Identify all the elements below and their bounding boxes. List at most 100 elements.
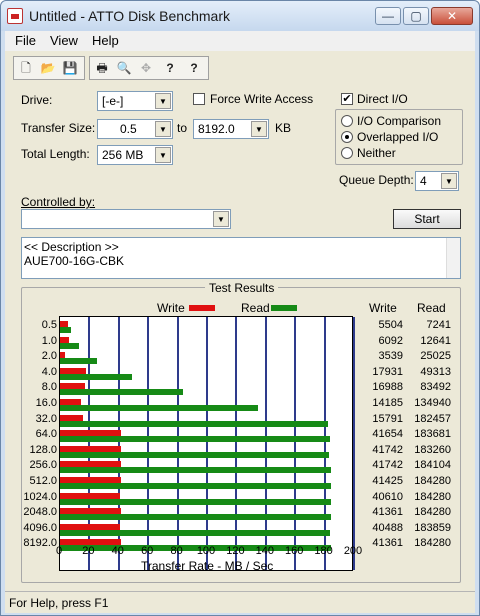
category-label: 256.0 xyxy=(29,459,57,472)
read-bar xyxy=(60,514,331,521)
write-value: 3539 xyxy=(378,350,403,363)
transfer-size-from-select[interactable]: 0.5 ▼ xyxy=(97,119,173,139)
maximize-button[interactable]: ▢ xyxy=(403,7,429,25)
status-text: For Help, press F1 xyxy=(9,596,109,610)
x-tick-label: 140 xyxy=(255,545,274,557)
kb-label: KB xyxy=(275,121,292,135)
write-value: 41361 xyxy=(372,506,403,519)
radio-io-comparison[interactable] xyxy=(341,115,353,127)
x-tick-label: 200 xyxy=(343,545,363,557)
description-textarea[interactable]: << Description >> AUE700-16G-CBK xyxy=(21,237,461,279)
minimize-button[interactable]: — xyxy=(375,7,401,25)
read-bar xyxy=(60,436,331,443)
read-bar xyxy=(60,467,331,474)
transfer-from-value: 0.5 xyxy=(120,122,137,136)
queue-depth-value: 4 xyxy=(420,174,427,188)
read-bar xyxy=(60,451,330,458)
category-label: 8.0 xyxy=(41,381,57,394)
menu-view[interactable]: View xyxy=(50,33,78,48)
title-bar[interactable]: Untitled - ATTO Disk Benchmark — ▢ ✕ xyxy=(1,1,479,31)
chevron-down-icon[interactable]: ▼ xyxy=(441,173,457,189)
category-label: 1.0 xyxy=(41,334,57,347)
write-value: 40488 xyxy=(372,521,403,534)
write-value: 41654 xyxy=(372,428,403,441)
read-value: 134940 xyxy=(414,397,451,409)
read-value: 183681 xyxy=(414,428,451,441)
client-area: File View Help 🗋 📂 💾 🖶 🔍 ✥ ? ? Drive: [-… xyxy=(5,31,475,613)
total-length-select[interactable]: 256 MB ▼ xyxy=(97,145,173,165)
close-button[interactable]: ✕ xyxy=(431,7,473,25)
read-bar xyxy=(60,483,331,489)
controlled-by-select[interactable]: ▼ xyxy=(21,209,231,229)
read-value: 184280 xyxy=(414,490,451,503)
x-tick-label: 0 xyxy=(55,545,63,557)
read-bar xyxy=(60,420,329,427)
menu-file[interactable]: File xyxy=(15,33,36,48)
test-results-title: Test Results xyxy=(205,281,279,295)
read-bar xyxy=(60,405,259,411)
toolbar-file-group: 🗋 📂 💾 xyxy=(13,56,85,80)
write-column-header: Write xyxy=(369,301,397,315)
category-label: 16.0 xyxy=(35,397,57,409)
queue-depth-select[interactable]: 4 ▼ xyxy=(415,171,459,191)
menu-help[interactable]: Help xyxy=(92,33,119,48)
app-icon xyxy=(7,8,23,24)
drive-select[interactable]: [-e-] ▼ xyxy=(97,91,173,111)
category-label: 4.0 xyxy=(41,365,57,378)
read-value: 182457 xyxy=(414,412,451,425)
direct-io-checkbox[interactable]: ✔ xyxy=(341,93,353,105)
read-value: 184104 xyxy=(414,459,451,472)
category-label: 64.0 xyxy=(35,428,57,441)
total-length-value: 256 MB xyxy=(102,148,144,162)
read-legend-swatch xyxy=(271,305,297,311)
radio-neither[interactable] xyxy=(341,147,353,159)
transfer-size-to-select[interactable]: 8192.0 ▼ xyxy=(193,119,269,139)
drive-label: Drive: xyxy=(21,93,53,107)
results-plot xyxy=(59,316,355,571)
move-icon[interactable]: ✥ xyxy=(136,59,156,77)
write-value: 15791 xyxy=(372,412,403,425)
write-value: 40610 xyxy=(372,490,403,503)
context-help-icon[interactable]: ? xyxy=(184,59,204,77)
app-window: Untitled - ATTO Disk Benchmark — ▢ ✕ Fil… xyxy=(0,0,480,616)
save-icon[interactable]: 💾 xyxy=(60,59,80,77)
write-value: 16988 xyxy=(372,381,403,394)
read-value: 183859 xyxy=(414,521,451,534)
x-tick-label: 60 xyxy=(141,545,154,557)
description-scrollbar[interactable] xyxy=(446,238,460,278)
transfer-size-label: Transfer Size: xyxy=(21,121,96,135)
category-label: 2.0 xyxy=(41,350,57,363)
print-preview-icon[interactable]: 🔍 xyxy=(114,59,134,77)
read-bar xyxy=(60,498,331,505)
read-bar xyxy=(60,389,183,396)
radio-overlapped-io[interactable] xyxy=(341,131,353,143)
direct-io-label: Direct I/O xyxy=(357,92,408,106)
open-icon[interactable]: 📂 xyxy=(38,59,58,77)
start-button[interactable]: Start xyxy=(393,209,461,229)
read-value: 25025 xyxy=(420,350,451,363)
chevron-down-icon[interactable]: ▼ xyxy=(251,121,267,137)
x-tick-label: 120 xyxy=(226,545,245,557)
overlapped-io-label: Overlapped I/O xyxy=(357,130,439,144)
help-icon[interactable]: ? xyxy=(160,59,180,77)
x-tick-label: 100 xyxy=(196,545,216,557)
read-value: 184280 xyxy=(414,506,451,519)
chevron-down-icon[interactable]: ▼ xyxy=(155,147,171,163)
write-legend-label: Write xyxy=(157,301,185,315)
toolbar-tools-group: 🖶 🔍 ✥ ? ? xyxy=(89,56,209,80)
neither-label: Neither xyxy=(357,146,396,160)
chevron-down-icon[interactable]: ▼ xyxy=(155,121,171,137)
print-icon[interactable]: 🖶 xyxy=(92,59,112,77)
read-value: 183260 xyxy=(414,443,451,456)
read-column-header: Read xyxy=(417,301,446,315)
new-icon[interactable]: 🗋 xyxy=(16,59,36,77)
read-value: 83492 xyxy=(420,381,451,394)
chevron-down-icon[interactable]: ▼ xyxy=(155,93,171,109)
read-value: 184280 xyxy=(414,475,451,487)
x-tick-label: 80 xyxy=(170,545,183,557)
category-label: 512.0 xyxy=(29,475,57,487)
force-write-checkbox[interactable] xyxy=(193,93,205,105)
x-tick-label: 40 xyxy=(111,545,124,557)
read-value: 49313 xyxy=(420,365,451,378)
chevron-down-icon[interactable]: ▼ xyxy=(213,211,229,227)
